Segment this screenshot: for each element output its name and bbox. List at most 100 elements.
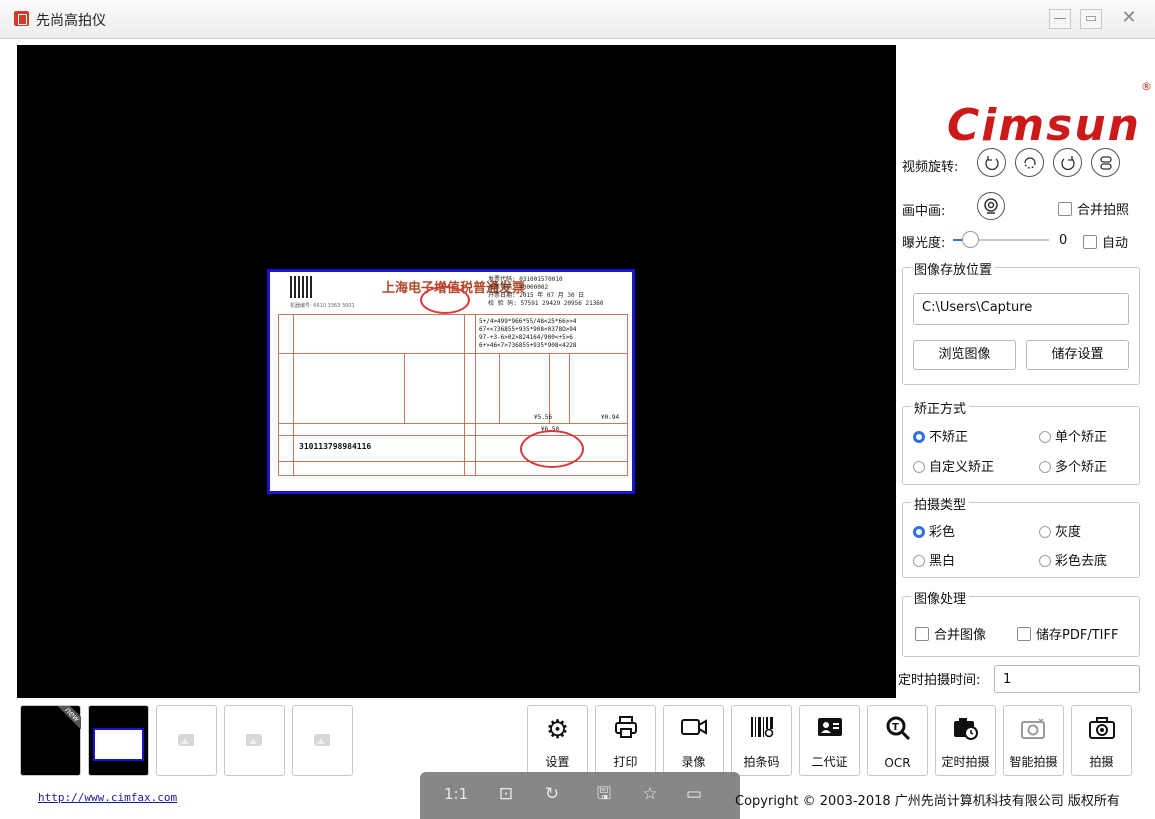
radio-no-correction[interactable]: 不矫正 [913, 426, 968, 445]
radio-dot[interactable] [913, 526, 925, 538]
exposure-value: 0 [1059, 233, 1068, 248]
checkbox-box[interactable] [1058, 202, 1072, 216]
radio-grayscale[interactable]: 灰度 [1039, 521, 1081, 540]
thumbnail-empty[interactable] [156, 705, 217, 776]
thumbnail-live[interactable]: new [20, 705, 81, 776]
bottom-bar: new ⚙ 设置 打印 录像 拍条码 二代证 T OCR 定时拍摄 智能拍摄 拍… [17, 702, 1155, 819]
image-placeholder-icon [178, 734, 194, 746]
radio-dot[interactable] [1039, 431, 1051, 443]
pip-label: 画中画: [902, 204, 946, 219]
timer-input[interactable]: 1 [994, 665, 1140, 693]
save-settings-button[interactable]: 储存设置 [1026, 340, 1129, 370]
save-pdf-tiff-checkbox[interactable]: 储存PDF/TIFF [1017, 624, 1118, 643]
camera-icon [1072, 714, 1131, 750]
fit-window-icon[interactable]: ⊡ [494, 782, 518, 806]
thumbnail-document [93, 728, 144, 761]
barcode-button[interactable]: 拍条码 [731, 705, 792, 776]
radio-dot[interactable] [913, 461, 925, 473]
capture-button[interactable]: 拍摄 [1071, 705, 1132, 776]
id-card-label: 二代证 [811, 755, 848, 769]
checkbox-box[interactable] [915, 627, 929, 641]
app-icon [14, 11, 29, 26]
capture-type-legend: 拍摄类型 [911, 494, 970, 513]
registered-mark: ® [1141, 80, 1152, 93]
brand-logo: Cimsun [946, 100, 1141, 151]
radio-dot[interactable] [913, 431, 925, 443]
image-processing-legend: 图像处理 [911, 588, 970, 607]
radio-dot[interactable] [1039, 526, 1051, 538]
ocr-search-icon: T [868, 714, 927, 750]
record-button[interactable]: 录像 [663, 705, 724, 776]
tablet-icon[interactable]: ▭ [682, 782, 706, 806]
rotate-icon[interactable]: ↻ [540, 782, 564, 806]
minimize-button[interactable]: — [1049, 9, 1071, 29]
radio-dot[interactable] [1039, 555, 1051, 567]
record-label: 录像 [681, 755, 706, 769]
radio-multiple-correction[interactable]: 多个矫正 [1039, 456, 1107, 475]
rotate-180-icon[interactable] [1015, 148, 1044, 177]
radio-color[interactable]: 彩色 [913, 521, 955, 540]
storage-path-field[interactable]: C:\Users\Capture [913, 293, 1129, 325]
close-button[interactable]: ✕ [1118, 9, 1140, 29]
browse-images-button[interactable]: 浏览图像 [913, 340, 1016, 370]
radio-single-correction[interactable]: 单个矫正 [1039, 426, 1107, 445]
website-link[interactable]: http://www.cimfax.com [38, 791, 177, 804]
correction-group: 矫正方式 不矫正 单个矫正 自定义矫正 多个矫正 [902, 398, 1140, 485]
radio-dot[interactable] [1039, 461, 1051, 473]
storage-group: 图像存放位置 C:\Users\Capture 浏览图像 储存设置 [902, 259, 1140, 385]
view-toolbar: 1:1 ⊡ ↻ 🖫 ☆ ▭ [420, 772, 740, 819]
thumbnail-empty[interactable] [292, 705, 353, 776]
barcode-icon [732, 714, 791, 748]
ocr-label: OCR [884, 756, 911, 770]
image-processing-group: 图像处理 合并图像 储存PDF/TIFF [902, 588, 1140, 657]
thumbnail-captured[interactable] [88, 705, 149, 776]
thumbnail-empty[interactable] [224, 705, 285, 776]
machine-number: 机器编号: 6610 3363 3001 [290, 303, 355, 309]
radio-dot[interactable] [913, 555, 925, 567]
copyright-text: Copyright © 2003-2018 广州先尚计算机科技有限公司 版权所有 [735, 794, 1120, 809]
id-card-icon [800, 714, 859, 748]
id-card-button[interactable]: 二代证 [799, 705, 860, 776]
save-icon[interactable]: 🖫 [592, 782, 616, 806]
amount-left: ¥5.56 [534, 414, 553, 421]
actual-size-button[interactable]: 1:1 [444, 782, 468, 806]
barcode-label: 拍条码 [743, 755, 780, 769]
checkbox-box[interactable] [1083, 235, 1097, 249]
cipher-block: 5+/4>499*966*55/48<25*66>>4 67<<736855+9… [479, 318, 577, 349]
maximize-button[interactable]: ▭ [1080, 9, 1102, 29]
print-button[interactable]: 打印 [595, 705, 656, 776]
webcam-icon[interactable] [977, 192, 1005, 220]
checkbox-box[interactable] [1017, 627, 1031, 641]
merge-images-checkbox[interactable]: 合并图像 [915, 624, 986, 643]
rotate-label: 视频旋转: [902, 160, 959, 175]
image-placeholder-icon [314, 734, 330, 746]
smart-capture-label: 智能拍摄 [1009, 755, 1058, 769]
amount-right: ¥0.94 [601, 414, 620, 421]
radio-custom-correction[interactable]: 自定义矫正 [913, 456, 994, 475]
new-badge: new [57, 706, 81, 730]
merge-photo-checkbox[interactable]: 合并拍照 [1058, 199, 1129, 218]
svg-text:T: T [892, 722, 899, 733]
smart-camera-icon [1004, 714, 1063, 750]
invoice-seal [420, 286, 470, 314]
camera-preview[interactable]: 上海电子增值税普通发票 机器编号: 6610 3363 3001 发票代码: 0… [17, 45, 896, 698]
ocr-button[interactable]: T OCR [867, 705, 928, 776]
auto-exposure-checkbox[interactable]: 自动 [1083, 232, 1128, 251]
exposure-slider-handle[interactable] [962, 231, 979, 248]
rotate-right-icon[interactable] [1053, 148, 1082, 177]
rotate-left-icon[interactable] [977, 148, 1006, 177]
captured-document: 上海电子增值税普通发票 机器编号: 6610 3363 3001 发票代码: 0… [267, 269, 635, 494]
camera-timer-icon [936, 714, 995, 750]
capture-label: 拍摄 [1089, 755, 1114, 769]
radio-black-white[interactable]: 黑白 [913, 550, 955, 569]
timer-label: 定时拍摄时间: [898, 673, 981, 688]
settings-button[interactable]: ⚙ 设置 [527, 705, 588, 776]
window-title: 先尚高拍仪 [36, 13, 106, 29]
radio-color-remove-bg[interactable]: 彩色去底 [1039, 550, 1107, 569]
capture-type-group: 拍摄类型 彩色 灰度 黑白 彩色去底 [902, 494, 1140, 578]
toggle-icon[interactable] [1091, 148, 1120, 177]
favorite-icon[interactable]: ☆ [638, 782, 662, 806]
smart-capture-button[interactable]: 智能拍摄 [1003, 705, 1064, 776]
storage-legend: 图像存放位置 [911, 259, 996, 278]
timed-capture-button[interactable]: 定时拍摄 [935, 705, 996, 776]
